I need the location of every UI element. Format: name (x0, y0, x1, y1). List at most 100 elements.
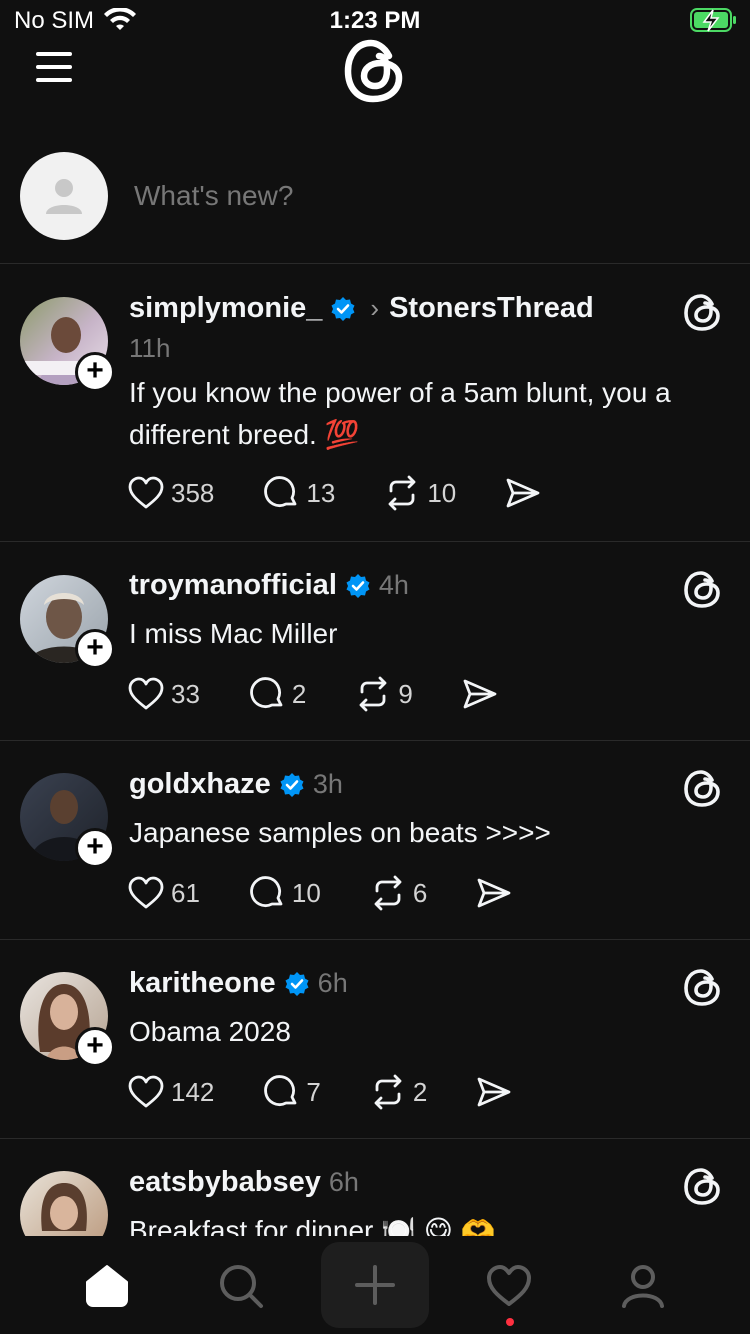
share-button[interactable] (504, 474, 542, 512)
reply-button[interactable]: 13 (262, 474, 335, 512)
status-bar: No SIM 1:23 PM (0, 0, 750, 40)
composer-input[interactable]: What's new? (134, 180, 293, 212)
tab-profile[interactable] (598, 1246, 688, 1326)
heart-icon (128, 476, 164, 509)
heart-icon (128, 677, 164, 710)
threads-icon[interactable] (682, 569, 722, 609)
repost-count: 9 (398, 678, 413, 709)
post-text: If you know the power of a 5am blunt, yo… (129, 377, 671, 450)
repost-count: 2 (412, 1076, 428, 1107)
reply-icon (264, 476, 297, 507)
reply-count: 7 (306, 1076, 321, 1107)
avatar[interactable] (20, 1171, 108, 1236)
like-button[interactable]: 358 (127, 474, 214, 512)
heart-icon (128, 1075, 164, 1108)
heart-icon (487, 1265, 531, 1306)
tab-search[interactable] (196, 1246, 286, 1326)
username[interactable]: goldxhaze (129, 768, 271, 801)
like-button[interactable]: 61 (127, 874, 200, 912)
repost-button[interactable]: 9 (354, 675, 413, 713)
profile-icon (622, 1265, 664, 1308)
follow-button[interactable]: + (75, 629, 115, 669)
post-actions: 61 10 6 (127, 874, 513, 912)
like-count: 142 (171, 1076, 215, 1107)
post-text: Obama 2028 (129, 1016, 291, 1047)
repost-button[interactable]: 10 (383, 474, 456, 512)
follow-button[interactable]: + (75, 352, 115, 392)
post-time: 11h (129, 333, 171, 363)
post-actions: 33 2 9 (127, 675, 499, 713)
chevron-right-icon: › (370, 293, 380, 323)
post-header: troymanofficial 4h (129, 569, 409, 602)
verified-badge-icon (331, 296, 355, 321)
default-avatar-icon (46, 179, 82, 214)
post-time: 3h (312, 769, 343, 799)
tab-bar (0, 1236, 750, 1334)
thread-post[interactable]: + troymanofficial 4h I miss Mac Miller 3… (0, 542, 750, 741)
share-button[interactable] (475, 1073, 513, 1111)
thread-post[interactable]: + karitheone 6h Obama 2028 142 7 2 (0, 940, 750, 1139)
threads-icon[interactable] (682, 967, 722, 1007)
search-icon (220, 1265, 263, 1308)
post-text: Japanese samples on beats >>>> (129, 817, 551, 848)
share-button[interactable] (461, 675, 499, 713)
share-button[interactable] (475, 874, 513, 912)
repost-icon (359, 676, 387, 712)
thread-post[interactable]: eatsbybabsey 6h Breakfast for dinner 🍽️ … (0, 1139, 750, 1236)
tab-new-thread[interactable] (321, 1242, 429, 1328)
like-count: 358 (171, 477, 215, 508)
post-time: 6h (328, 1167, 359, 1197)
reply-icon (250, 876, 283, 907)
like-button[interactable]: 142 (127, 1073, 214, 1111)
verified-badge-icon (280, 772, 304, 797)
community-name[interactable]: StonersThread (389, 292, 594, 325)
reply-button[interactable]: 2 (248, 675, 306, 713)
post-header: goldxhaze 3h (129, 768, 343, 801)
plus-icon (355, 1265, 395, 1305)
clock: 1:23 PM (329, 7, 421, 34)
menu-bar (36, 78, 72, 82)
reply-icon (250, 677, 283, 708)
post-text: Breakfast for dinner 🍽️ 😋 🫶 (129, 1215, 496, 1236)
repost-count: 10 (427, 477, 457, 508)
menu-bar (36, 65, 72, 69)
send-icon (463, 679, 497, 709)
composer[interactable]: What's new? (0, 150, 750, 264)
username[interactable]: troymanofficial (129, 569, 337, 602)
send-icon (506, 478, 540, 508)
notification-dot (506, 1318, 514, 1326)
repost-button[interactable]: 6 (369, 874, 427, 912)
threads-logo[interactable] (343, 38, 405, 104)
send-icon (477, 1077, 511, 1107)
repost-button[interactable]: 2 (369, 1073, 427, 1111)
reply-icon (264, 1075, 297, 1106)
tab-home[interactable] (62, 1246, 152, 1326)
thread-post[interactable]: + simplymonie_ › StonersThread 11h If yo… (0, 265, 750, 542)
post-actions: 142 7 2 (127, 1073, 513, 1111)
reply-button[interactable]: 10 (248, 874, 321, 912)
reply-button[interactable]: 7 (262, 1073, 321, 1111)
username[interactable]: karitheone (129, 967, 276, 1000)
tab-activity[interactable] (464, 1246, 554, 1326)
heart-icon (128, 876, 164, 909)
post-header: simplymonie_ › StonersThread (129, 292, 594, 325)
threads-icon[interactable] (682, 292, 722, 332)
follow-button[interactable]: + (75, 828, 115, 868)
thread-post[interactable]: + goldxhaze 3h Japanese samples on beats… (0, 741, 750, 940)
threads-icon[interactable] (682, 768, 722, 808)
reply-count: 10 (291, 877, 321, 908)
username[interactable]: simplymonie_ (129, 292, 322, 325)
repost-icon (374, 875, 402, 911)
like-count: 33 (171, 678, 200, 709)
follow-button[interactable]: + (75, 1027, 115, 1067)
threads-icon[interactable] (682, 1166, 722, 1206)
reply-count: 2 (291, 678, 307, 709)
menu-button[interactable] (36, 52, 76, 86)
repost-icon (374, 1074, 402, 1110)
username[interactable]: eatsbybabsey (129, 1166, 321, 1199)
reply-count: 13 (306, 477, 336, 508)
verified-badge-icon (285, 971, 309, 996)
like-button[interactable]: 33 (127, 675, 200, 713)
my-avatar[interactable] (20, 152, 108, 240)
menu-bar (36, 52, 72, 56)
